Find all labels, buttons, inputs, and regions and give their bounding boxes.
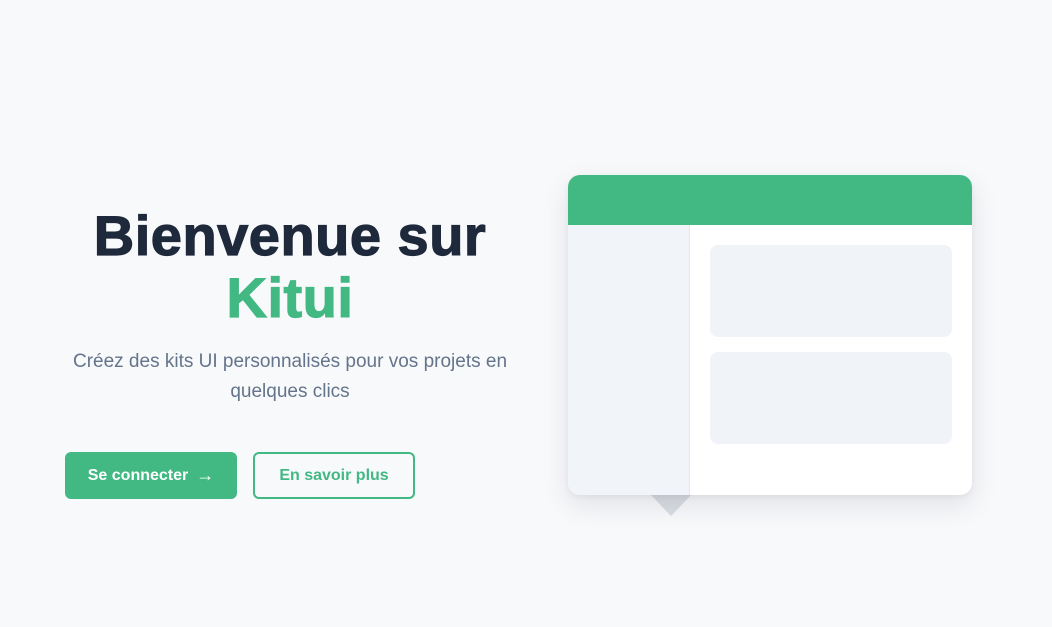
app-mockup-illustration <box>568 175 972 495</box>
learn-more-button[interactable]: En savoir plus <box>253 452 415 499</box>
hero-actions: Se connecter → En savoir plus <box>65 452 415 499</box>
hero-subtitle: Créez des kits UI personnalisés pour vos… <box>72 351 508 402</box>
login-button[interactable]: Se connecter → <box>65 452 237 499</box>
mockup-header-bar <box>568 175 972 225</box>
mockup-card <box>710 352 952 444</box>
mockup-pointer <box>651 495 691 516</box>
learn-more-button-label: En savoir plus <box>279 466 389 484</box>
hero-section: Bienvenue sur Kitui Créez des kits UI pe… <box>60 204 520 407</box>
login-button-label: Se connecter <box>87 466 189 484</box>
brand-name: Kitui <box>226 266 354 329</box>
arrow-right-icon: → <box>196 465 215 485</box>
hero-title-text: Bienvenue sur <box>93 204 487 267</box>
mockup-card <box>710 245 952 337</box>
mockup-sidebar <box>568 225 690 495</box>
hero-title: Bienvenue sur Kitui <box>60 204 520 329</box>
landing-page: Bienvenue sur Kitui Créez des kits UI pe… <box>0 0 1052 627</box>
